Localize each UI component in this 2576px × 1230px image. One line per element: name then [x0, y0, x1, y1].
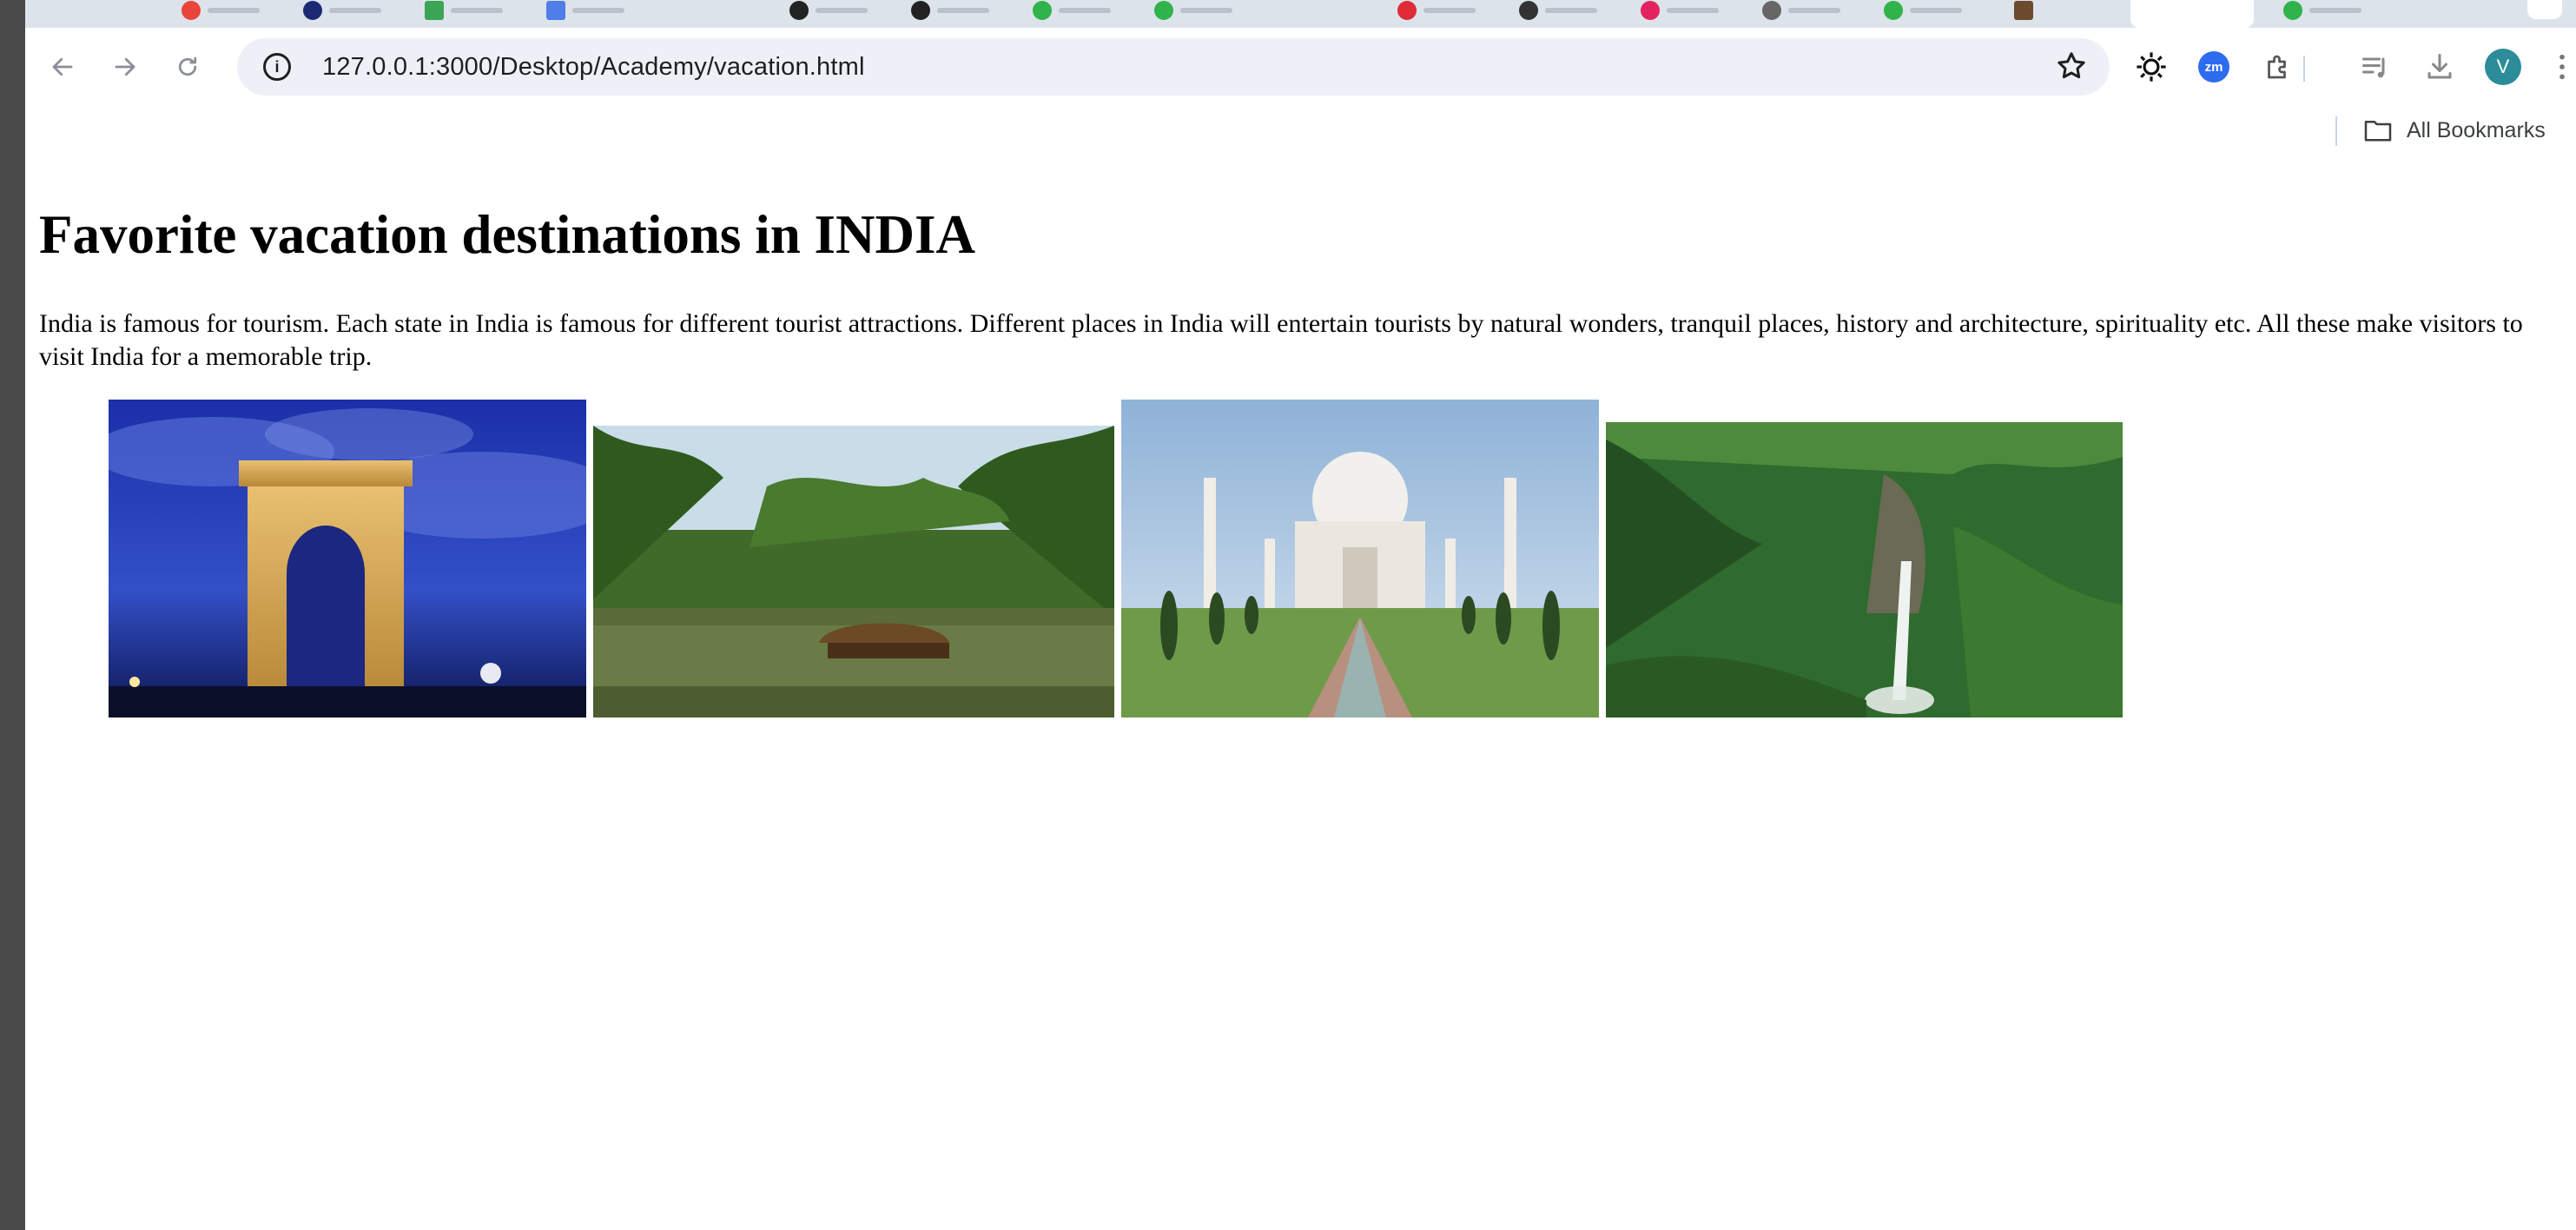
extensions-puzzle-icon[interactable] — [2258, 47, 2298, 87]
taj-mahal-photo — [1121, 400, 1599, 718]
tab-favicon — [303, 1, 322, 20]
tab[interactable] — [425, 0, 503, 21]
tab[interactable] — [1641, 0, 1719, 21]
tab-favicon — [1884, 1, 1903, 20]
tab[interactable] — [789, 0, 868, 21]
site-info-icon[interactable]: i — [263, 53, 291, 81]
url-text[interactable]: 127.0.0.1:3000/Desktop/Academy/vacation.… — [322, 53, 865, 82]
back-icon — [52, 57, 73, 76]
tab-favicon — [789, 1, 809, 20]
tab-favicon — [911, 1, 930, 20]
download-icon[interactable] — [2420, 47, 2460, 87]
toolbar: i 127.0.0.1:3000/Desktop/Academy/vacatio… — [25, 28, 2576, 106]
tab[interactable] — [911, 0, 989, 21]
tab[interactable] — [1397, 0, 1476, 21]
tab-strip — [25, 0, 2576, 28]
reload-button[interactable] — [168, 47, 208, 87]
all-bookmarks-button[interactable]: All Bookmarks — [2363, 113, 2546, 148]
forward-button[interactable] — [105, 47, 145, 87]
tab[interactable] — [303, 0, 381, 21]
tab-favicon — [2014, 1, 2033, 20]
profile-avatar[interactable]: V — [2483, 47, 2523, 87]
tab[interactable] — [1884, 0, 1962, 21]
toolbar-divider — [2303, 56, 2305, 82]
kerala-backwaters-photo — [593, 426, 1114, 718]
tab[interactable] — [1762, 0, 1840, 21]
tab-favicon — [425, 1, 444, 20]
desktop-edge — [0, 0, 25, 1230]
all-bookmarks-label: All Bookmarks — [2407, 117, 2546, 142]
tab[interactable] — [1519, 0, 1597, 21]
new-tab-button[interactable] — [2527, 0, 2562, 19]
tab[interactable] — [2283, 0, 2361, 21]
browser-chrome: i 127.0.0.1:3000/Desktop/Academy/vacatio… — [25, 0, 2576, 170]
tab-favicon — [1033, 1, 1052, 20]
intro-paragraph: India is famous for tourism. Each state … — [39, 309, 2523, 371]
reading-list-icon[interactable] — [2355, 47, 2395, 87]
tab-favicon — [546, 1, 565, 20]
tab-favicon — [1762, 1, 1781, 20]
star-icon[interactable] — [2054, 49, 2089, 92]
reload-icon — [178, 56, 197, 76]
address-bar[interactable]: i 127.0.0.1:3000/Desktop/Academy/vacatio… — [237, 38, 2110, 96]
tab[interactable] — [1033, 0, 1111, 21]
back-button[interactable] — [43, 47, 83, 87]
web-page: Favorite vacation destinations in INDIA … — [25, 169, 2576, 1230]
bookmarks-bar: All Bookmarks — [25, 106, 2576, 170]
tab-favicon — [2283, 1, 2302, 20]
tab[interactable] — [2014, 0, 2040, 21]
page-title: Favorite vacation destinations in INDIA — [39, 204, 976, 265]
waterfall-photo — [1606, 422, 2123, 718]
menu-kebab-icon[interactable] — [2542, 47, 2576, 87]
forward-icon — [115, 57, 135, 76]
india-gate-photo — [109, 400, 586, 718]
tab-favicon — [1641, 1, 1660, 20]
tab[interactable] — [182, 0, 260, 21]
tab[interactable] — [1154, 0, 1232, 21]
tab-favicon — [1154, 1, 1173, 20]
zoom-extension-icon[interactable]: zm — [2194, 47, 2234, 87]
bookmarks-divider — [2335, 116, 2337, 146]
tab-favicon — [1519, 1, 1538, 20]
tab-favicon — [1397, 1, 1417, 20]
extension-sun-icon[interactable] — [2131, 47, 2171, 87]
tab-favicon — [182, 1, 201, 20]
tab[interactable] — [546, 0, 624, 21]
active-tab[interactable] — [2130, 0, 2254, 28]
folder-icon — [2364, 120, 2392, 142]
